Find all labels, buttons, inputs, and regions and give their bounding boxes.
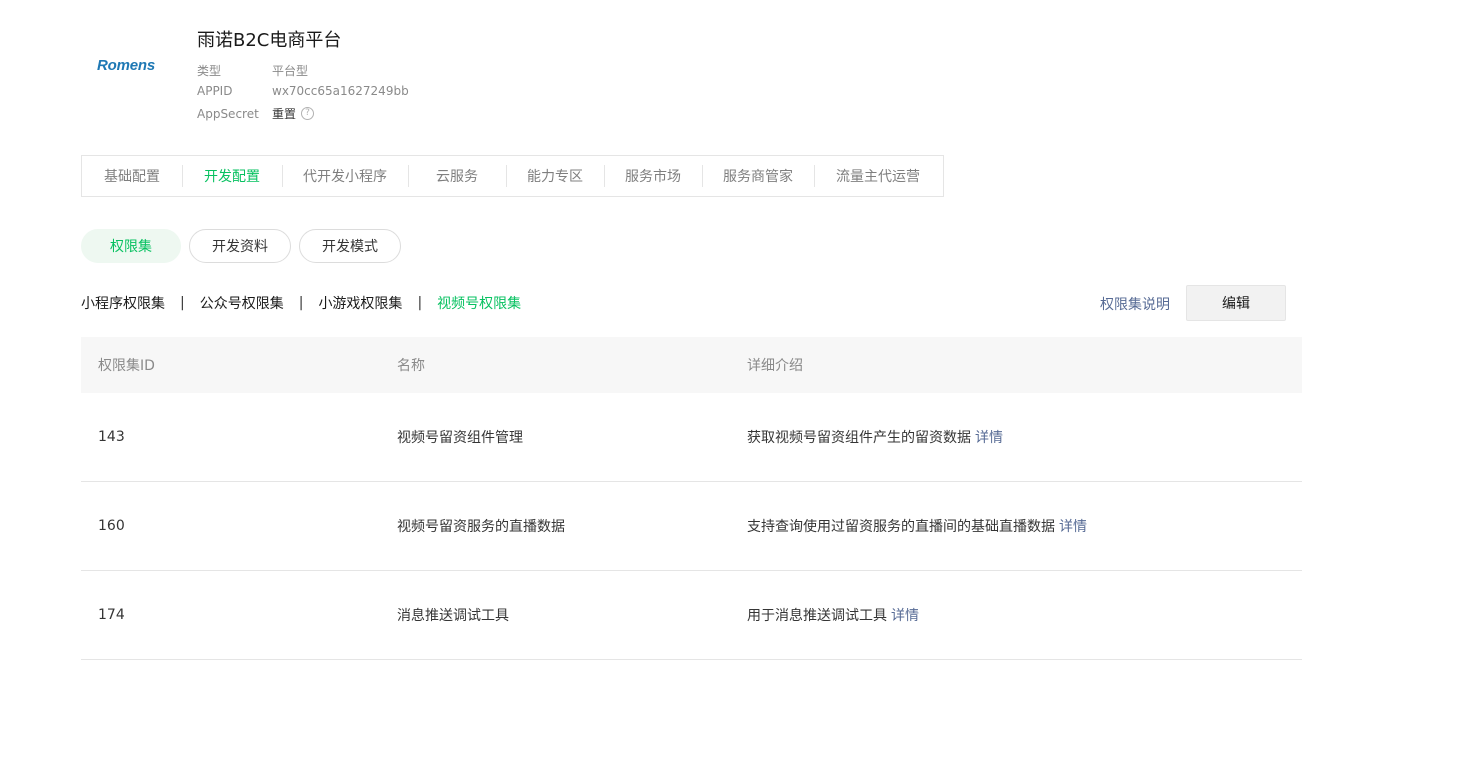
- header-name: 名称: [397, 358, 425, 374]
- permission-table: 权限集ID 名称 详细介绍 143 视频号留资组件管理 获取视频号留资组件产生的…: [81, 337, 1302, 660]
- subtab-official-account[interactable]: 公众号权限集: [200, 293, 284, 313]
- cell-name: 视频号留资组件管理: [397, 430, 523, 446]
- appid-label: APPID: [197, 84, 233, 98]
- subtab-channels[interactable]: 视频号权限集: [437, 293, 521, 313]
- separator: |: [180, 295, 185, 311]
- separator: |: [298, 295, 304, 311]
- cell-name: 消息推送调试工具: [397, 608, 509, 624]
- info-row-type: 类型 平台型: [197, 62, 308, 79]
- type-label: 类型: [197, 64, 222, 78]
- header-id: 权限集ID: [98, 358, 155, 374]
- detail-link[interactable]: 详情: [891, 608, 919, 624]
- detail-link[interactable]: 详情: [1059, 519, 1087, 535]
- app-header: Romens 雨诺B2C电商平台 类型 平台型 APPID wx70cc65a1…: [81, 22, 581, 132]
- header-desc: 详细介绍: [747, 358, 803, 374]
- sub-nav-pills: 权限集 开发资料 开发模式: [81, 229, 409, 263]
- pill-dev-mode[interactable]: 开发模式: [299, 229, 401, 263]
- tab-capability-zone[interactable]: 能力专区: [506, 165, 604, 187]
- cell-desc: 获取视频号留资组件产生的留资数据 详情: [731, 427, 1302, 447]
- app-title: 雨诺B2C电商平台: [197, 30, 342, 51]
- pill-dev-docs[interactable]: 开发资料: [189, 229, 291, 263]
- table-row: 160 视频号留资服务的直播数据 支持查询使用过留资服务的直播间的基础直播数据详…: [81, 482, 1302, 571]
- edit-button[interactable]: 编辑: [1186, 285, 1286, 321]
- subtab-mini-program[interactable]: 小程序权限集: [81, 293, 165, 313]
- desc-text: 用于消息推送调试工具: [747, 608, 887, 624]
- cell-id: 174: [98, 607, 125, 623]
- appsecret-label: AppSecret: [197, 106, 259, 121]
- info-row-appid: APPID wx70cc65a1627249bb: [197, 84, 409, 98]
- cell-id: 160: [98, 518, 125, 534]
- tab-cloud-service[interactable]: 云服务: [408, 165, 506, 187]
- appid-value: wx70cc65a1627249bb: [272, 84, 409, 98]
- separator: |: [417, 295, 423, 311]
- info-row-appsecret: AppSecret 重置 ?: [197, 105, 315, 122]
- table-row: 174 消息推送调试工具 用于消息推送调试工具 详情: [81, 571, 1302, 660]
- permission-help-link[interactable]: 权限集说明: [1100, 294, 1170, 314]
- help-icon[interactable]: ?: [301, 107, 315, 120]
- reset-secret-link[interactable]: 重置: [272, 105, 296, 122]
- tab-mini-program-dev[interactable]: 代开发小程序: [282, 165, 408, 187]
- cell-desc: 用于消息推送调试工具 详情: [731, 605, 1302, 625]
- permission-type-tabs: 小程序权限集 | 公众号权限集 | 小游戏权限集 | 视频号权限集: [81, 293, 521, 313]
- tab-traffic-operation[interactable]: 流量主代运营: [814, 165, 942, 187]
- app-logo: Romens: [97, 57, 155, 74]
- cell-name: 视频号留资服务的直播数据: [397, 519, 565, 535]
- tab-service-market[interactable]: 服务市场: [604, 165, 702, 187]
- subtab-mini-game[interactable]: 小游戏权限集: [318, 293, 402, 313]
- table-row: 143 视频号留资组件管理 获取视频号留资组件产生的留资数据 详情: [81, 393, 1302, 482]
- desc-text: 支持查询使用过留资服务的直播间的基础直播数据: [747, 519, 1055, 535]
- pill-permissions[interactable]: 权限集: [81, 229, 181, 263]
- cell-id: 143: [98, 429, 125, 445]
- main-tab-bar: 基础配置 开发配置 代开发小程序 云服务 能力专区 服务市场 服务商管家 流量主…: [81, 155, 944, 197]
- type-value: 平台型: [272, 64, 309, 78]
- cell-desc: 支持查询使用过留资服务的直播间的基础直播数据 详情: [731, 516, 1302, 536]
- desc-text: 获取视频号留资组件产生的留资数据: [747, 430, 971, 446]
- table-header: 权限集ID 名称 详细介绍: [81, 337, 1302, 393]
- tab-service-manager[interactable]: 服务商管家: [702, 165, 814, 187]
- tab-dev-config[interactable]: 开发配置: [182, 165, 282, 187]
- tab-basic-config[interactable]: 基础配置: [82, 166, 182, 186]
- detail-link[interactable]: 详情: [975, 430, 1003, 446]
